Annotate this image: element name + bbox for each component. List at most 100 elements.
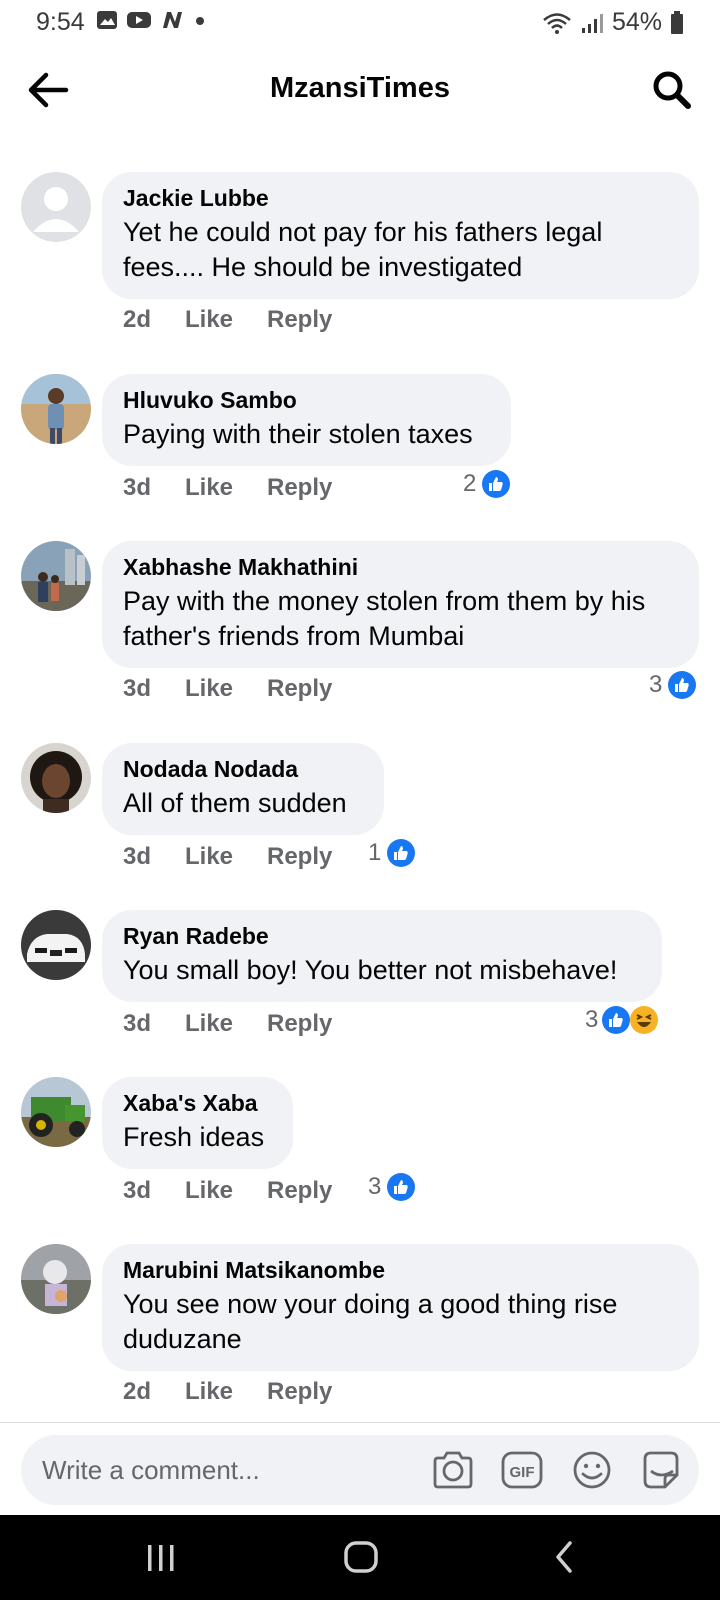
avatar[interactable] xyxy=(21,1244,91,1314)
svg-text:GIF: GIF xyxy=(510,1464,535,1481)
reply-button[interactable]: Reply xyxy=(267,474,332,502)
avatar[interactable] xyxy=(21,1077,91,1147)
recents-icon xyxy=(148,1545,174,1571)
comment-bubble[interactable]: Jackie Lubbe Yet he could not pay for hi… xyxy=(102,172,699,299)
haha-reaction-icon xyxy=(630,1006,659,1034)
comment-text-line: Paying with their stolen taxes xyxy=(123,419,473,449)
home-icon xyxy=(344,1541,378,1573)
like-button[interactable]: Like xyxy=(185,1010,267,1038)
notification-icons xyxy=(96,10,206,30)
status-bar: 9:54 54% xyxy=(0,0,720,44)
comment-bubble[interactable]: Hluvuko Sambo Paying with their stolen t… xyxy=(102,374,511,466)
back-nav-icon xyxy=(556,1541,572,1573)
avatar[interactable] xyxy=(21,172,91,242)
comment-timestamp[interactable]: 3d xyxy=(123,843,185,871)
comment-timestamp[interactable]: 3d xyxy=(123,1177,185,1205)
gif-button[interactable]: GIF xyxy=(500,1449,544,1491)
reaction-count: 3 xyxy=(585,1006,599,1033)
search-icon xyxy=(653,71,691,109)
app-header: MzansiTimes xyxy=(0,44,720,134)
comment-bubble[interactable]: Marubini Matsikanombe You see now your d… xyxy=(102,1244,699,1371)
sticker-icon xyxy=(643,1451,679,1489)
dot-icon xyxy=(196,17,204,25)
comment-timestamp[interactable]: 3d xyxy=(123,474,185,502)
page-title: MzansiTimes xyxy=(270,72,450,104)
comment-timestamp[interactable]: 2d xyxy=(123,306,185,334)
comment-timestamp[interactable]: 3d xyxy=(123,675,185,703)
comment-text-line: Yet he could not pay for his fathers leg… xyxy=(123,217,603,247)
youtube-icon xyxy=(127,12,151,28)
comment-text-line: You see now your doing a good thing rise xyxy=(123,1289,618,1319)
like-button[interactable]: Like xyxy=(185,843,267,871)
reply-button[interactable]: Reply xyxy=(267,1378,332,1406)
like-button[interactable]: Like xyxy=(185,675,267,703)
reaction-summary[interactable]: 1 xyxy=(368,839,416,867)
avatar[interactable] xyxy=(21,374,91,444)
emoji-button[interactable] xyxy=(570,1449,614,1491)
emoji-icon xyxy=(573,1451,611,1489)
reaction-count: 3 xyxy=(368,1173,382,1200)
like-button[interactable]: Like xyxy=(185,474,267,502)
reaction-count: 1 xyxy=(368,839,382,866)
like-button[interactable]: Like xyxy=(185,1177,267,1205)
reply-button[interactable]: Reply xyxy=(267,306,332,334)
avatar[interactable] xyxy=(21,910,91,980)
comment-timestamp[interactable]: 3d xyxy=(123,1010,185,1038)
comment-timestamp[interactable]: 2d xyxy=(123,1378,185,1406)
comment-text-line: duduzane xyxy=(123,1324,242,1354)
battery-icon xyxy=(671,10,683,34)
comment-text-line: father's friends from Mumbai xyxy=(123,621,465,651)
like-reaction-icon xyxy=(387,839,416,867)
camera-button[interactable] xyxy=(431,1449,475,1491)
like-reaction-icon xyxy=(602,1006,631,1034)
gallery-icon xyxy=(97,11,117,29)
comment-bubble[interactable]: Nodada Nodada All of them sudden xyxy=(102,743,384,835)
comment-actions: 3d Like Reply xyxy=(123,1177,332,1205)
like-reaction-icon xyxy=(482,470,511,498)
reaction-count: 2 xyxy=(463,470,477,497)
comment-bubble[interactable]: Xabhashe Makhathini Pay with the money s… xyxy=(102,541,699,668)
home-button[interactable] xyxy=(336,1537,386,1577)
status-right: 54% xyxy=(542,8,684,37)
comment-text-line: All of them sudden xyxy=(123,788,347,818)
reaction-summary[interactable]: 3 xyxy=(649,671,697,699)
reaction-summary[interactable]: 3 xyxy=(585,1006,659,1034)
comment-author[interactable]: Xabhashe Makhathini xyxy=(123,553,679,581)
like-reaction-icon xyxy=(668,671,697,699)
wifi-icon xyxy=(543,12,571,34)
reply-button[interactable]: Reply xyxy=(267,1010,332,1038)
comment-author[interactable]: Marubini Matsikanombe xyxy=(123,1256,679,1284)
battery-percent: 54% xyxy=(611,8,662,36)
comment-author[interactable]: Hluvuko Sambo xyxy=(123,386,491,414)
comment-input[interactable] xyxy=(42,1435,412,1505)
comment-author[interactable]: Xaba's Xaba xyxy=(123,1089,273,1117)
comment-actions: 2d Like Reply xyxy=(123,1378,332,1406)
like-button[interactable]: Like xyxy=(185,1378,267,1406)
comment-actions: 3d Like Reply xyxy=(123,675,332,703)
comment-bubble[interactable]: Ryan Radebe You small boy! You better no… xyxy=(102,910,662,1002)
comment-actions: 3d Like Reply xyxy=(123,1010,332,1038)
reply-button[interactable]: Reply xyxy=(267,675,332,703)
comment-actions: 3d Like Reply xyxy=(123,474,332,502)
avatar[interactable] xyxy=(21,743,91,813)
comment-author[interactable]: Ryan Radebe xyxy=(123,922,642,950)
reply-button[interactable]: Reply xyxy=(267,843,332,871)
comment-actions: 2d Like Reply xyxy=(123,306,332,334)
system-back-button[interactable] xyxy=(540,1537,590,1577)
comment-bubble[interactable]: Xaba's Xaba Fresh ideas xyxy=(102,1077,293,1169)
news-app-icon xyxy=(163,12,182,28)
sticker-button[interactable] xyxy=(639,1449,683,1491)
recents-button[interactable] xyxy=(136,1537,186,1577)
comment-author[interactable]: Nodada Nodada xyxy=(123,755,364,783)
like-button[interactable]: Like xyxy=(185,306,267,334)
comment-author[interactable]: Jackie Lubbe xyxy=(123,184,679,212)
reaction-summary[interactable]: 2 xyxy=(463,470,511,498)
like-reaction-icon xyxy=(387,1173,416,1201)
search-button[interactable] xyxy=(650,68,694,112)
reaction-summary[interactable]: 3 xyxy=(368,1173,416,1201)
reaction-count: 3 xyxy=(649,671,663,698)
comment-text-line: Fresh ideas xyxy=(123,1122,265,1152)
avatar[interactable] xyxy=(21,541,91,611)
comment-text-line: You small boy! You better not misbehave! xyxy=(123,955,618,985)
reply-button[interactable]: Reply xyxy=(267,1177,332,1205)
